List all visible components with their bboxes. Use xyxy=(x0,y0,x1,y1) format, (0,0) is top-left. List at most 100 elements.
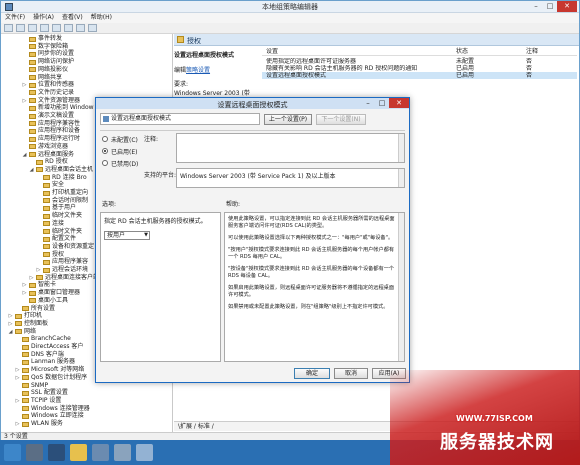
back-icon[interactable] xyxy=(4,24,13,32)
edit-policy-link[interactable]: 策略设置 xyxy=(186,67,210,74)
mmc-icon[interactable] xyxy=(114,444,131,461)
watermark-url: WWW.77ISP.COM xyxy=(456,414,533,423)
folder-icon xyxy=(29,98,36,104)
comment-scrollbar[interactable] xyxy=(398,134,404,162)
supported-scrollbar[interactable] xyxy=(398,169,404,187)
close-button[interactable]: ✕ xyxy=(557,1,577,12)
edit-prefix: 编辑 xyxy=(174,67,187,74)
folder-icon xyxy=(29,136,36,142)
radio-disabled[interactable]: 已禁用(D) xyxy=(102,159,138,168)
folder-icon xyxy=(43,267,50,273)
powershell-icon[interactable] xyxy=(48,444,65,461)
folder-icon xyxy=(29,90,36,96)
column-setting[interactable]: 设置 xyxy=(262,48,452,55)
tree-item[interactable]: ▷ WLAN 服务 xyxy=(15,420,63,428)
properties-icon[interactable] xyxy=(76,24,85,32)
folder-icon xyxy=(43,175,50,181)
toolbar xyxy=(1,23,579,34)
window-controls: – □ ✕ xyxy=(529,1,577,13)
folder-icon xyxy=(22,413,29,419)
next-setting-button[interactable]: 下一个设置(N) xyxy=(316,114,366,125)
help-paragraph: "按用户"授权模式要求连接到此 RD 会话主机服务器的每个用户帐户都有一个 RD… xyxy=(228,247,395,260)
folder-icon xyxy=(29,75,36,80)
list-item[interactable]: 使用指定的远程桌面许可证服务器 未配置 否 xyxy=(262,58,577,65)
chevron-down-icon: ▼ xyxy=(144,232,148,238)
forward-icon[interactable] xyxy=(16,24,25,32)
menu-help[interactable]: 帮助(H) xyxy=(91,13,112,23)
folder-icon xyxy=(15,329,22,335)
radio-icon[interactable] xyxy=(102,160,108,166)
expand-arrow-icon[interactable]: ◢ xyxy=(29,166,34,174)
list-item[interactable]: 隐藏有关影响 RD 会话主机服务器的 RD 授权问题的通知 已启用 否 xyxy=(262,65,577,72)
title-bar: 本地组策略编辑器 – □ ✕ xyxy=(1,1,579,13)
minimize-button[interactable]: – xyxy=(529,1,543,12)
menu-file[interactable]: 文件(F) xyxy=(5,13,25,23)
menu-action[interactable]: 操作(A) xyxy=(33,13,54,23)
folder-icon xyxy=(22,359,29,365)
supported-value: Windows Server 2003 (带 Service Pack 1) 及… xyxy=(180,173,336,180)
folder-icon xyxy=(29,105,36,111)
folder-icon xyxy=(22,375,29,381)
supported-label: 支持的平台: xyxy=(144,172,177,179)
folder-icon xyxy=(43,252,50,258)
server-manager-icon[interactable] xyxy=(26,444,43,461)
folder-icon xyxy=(29,82,36,88)
folder-icon xyxy=(43,244,50,250)
dialog-maximize-button[interactable]: □ xyxy=(375,98,389,108)
folder-icon xyxy=(29,282,36,288)
filter-icon[interactable] xyxy=(88,24,97,32)
divider xyxy=(100,130,405,131)
folder-icon xyxy=(29,152,36,157)
maximize-button[interactable]: □ xyxy=(543,1,557,12)
up-icon[interactable] xyxy=(28,24,37,32)
show-tree-icon[interactable] xyxy=(40,24,49,32)
radio-icon[interactable] xyxy=(102,136,108,142)
expand-arrow-icon[interactable]: ▷ xyxy=(15,420,20,428)
help-icon[interactable] xyxy=(64,24,73,32)
folder-icon xyxy=(22,406,29,412)
setting-note: 否 xyxy=(526,65,533,72)
folder-icon xyxy=(43,221,50,227)
folder-icon xyxy=(29,51,36,57)
folder-icon xyxy=(43,236,50,242)
export-icon[interactable] xyxy=(52,24,61,32)
folder-icon xyxy=(29,59,36,65)
dialog-minimize-button[interactable]: – xyxy=(361,98,375,108)
list-item-selected[interactable]: 设置远程桌面授权模式 已启用 否 xyxy=(262,72,577,79)
setting-name: 隐藏有关影响 RD 会话主机服务器的 RD 授权问题的通知 xyxy=(266,65,418,72)
comment-field[interactable] xyxy=(176,133,405,163)
expand-arrow-icon[interactable]: ◢ xyxy=(22,151,27,159)
setting-name: 设置远程桌面授权模式 xyxy=(266,72,327,79)
menu-view[interactable]: 查看(V) xyxy=(62,13,83,23)
radio-not-configured[interactable]: 未配置(C) xyxy=(102,135,138,144)
ok-button[interactable]: 确定 xyxy=(294,368,330,379)
file-explorer-icon[interactable] xyxy=(70,444,87,461)
gpedit-icon[interactable] xyxy=(136,444,153,461)
policy-icon xyxy=(103,116,109,122)
cancel-button[interactable]: 取消 xyxy=(334,368,368,379)
licensing-mode-select[interactable]: 按用户 ▼ xyxy=(104,231,150,240)
help-scrollbar[interactable] xyxy=(398,213,404,361)
remote-desktop-icon[interactable] xyxy=(92,444,109,461)
setting-state: 已启用 xyxy=(456,65,475,72)
radio-label: 已启用(E) xyxy=(111,148,138,156)
watermark-text: 服务器技术网 xyxy=(440,432,554,453)
folder-icon xyxy=(29,298,36,304)
folder-icon xyxy=(43,198,50,204)
column-comment[interactable]: 注释 xyxy=(522,48,572,55)
folder-icon xyxy=(22,383,29,388)
dialog-title-bar: 设置远程桌面授权模式 – □ ✕ xyxy=(96,98,409,109)
comment-label: 注释: xyxy=(144,136,159,143)
menu-bar: 文件(F) 操作(A) 查看(V) 帮助(H) xyxy=(1,13,579,23)
radio-checked-icon[interactable] xyxy=(102,148,108,154)
folder-icon xyxy=(177,36,184,43)
start-icon[interactable] xyxy=(4,444,21,461)
dialog-close-button[interactable]: ✕ xyxy=(389,98,409,108)
column-state[interactable]: 状态 xyxy=(452,48,522,55)
help-paragraph: "按设备"授权模式要求连接到此 RD 会话主机服务器的每个设备都有一个 RDS … xyxy=(228,266,395,279)
prev-setting-button[interactable]: 上一个设置(P) xyxy=(264,114,312,125)
radio-enabled[interactable]: 已启用(E) xyxy=(102,147,138,156)
expand-arrow-icon[interactable]: ◢ xyxy=(8,328,13,336)
folder-icon xyxy=(29,144,36,150)
window-title: 本地组策略编辑器 xyxy=(262,3,318,11)
